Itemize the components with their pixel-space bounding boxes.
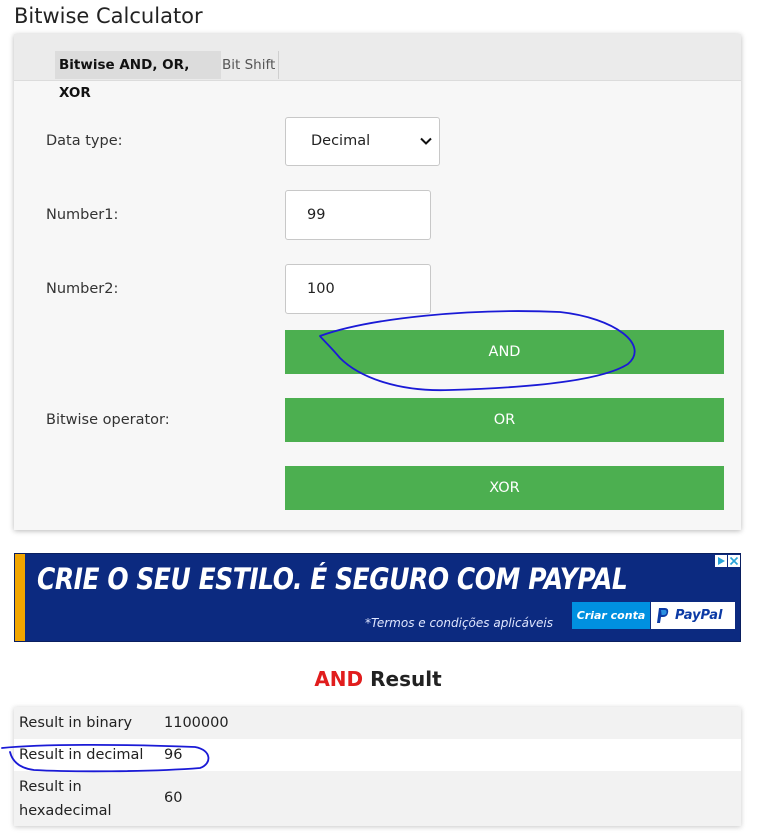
result-title: AND Result (0, 667, 756, 691)
ad-create-account-button[interactable]: Criar conta (572, 602, 650, 629)
data-type-select[interactable]: Decimal (285, 117, 440, 166)
ad-banner[interactable]: CRIE O SEU ESTILO. É SEGURO COM PAYPAL *… (14, 553, 741, 642)
ad-headline: CRIE O SEU ESTILO. É SEGURO COM PAYPAL (37, 562, 628, 596)
result-binary-value: 1100000 (164, 715, 229, 731)
page-title: Bitwise Calculator (14, 4, 203, 28)
paypal-brand-text: PayPal (675, 608, 723, 623)
data-type-selected-value: Decimal (311, 133, 371, 149)
table-row-decimal: Result in decimal 96 (14, 739, 741, 771)
number1-value: 99 (307, 207, 326, 223)
result-table: Result in binary 1100000 Result in decim… (14, 707, 741, 826)
number1-input[interactable]: 99 (285, 190, 431, 240)
paypal-logo[interactable]: PayPal (651, 602, 735, 629)
result-hexadecimal-label: Result in hexadecimal (19, 779, 112, 819)
result-hexadecimal-value: 60 (164, 790, 183, 806)
table-row-binary: Result in binary 1100000 (14, 707, 741, 739)
ad-accent-stripe (15, 554, 25, 641)
table-row-hexadecimal: Result in hexadecimal 60 (14, 771, 741, 826)
number1-label: Number1: (46, 207, 119, 223)
result-decimal-value: 96 (164, 747, 183, 763)
result-operator: AND (314, 667, 364, 691)
tab-bar: Bitwise AND, OR, XOR Bit Shift (14, 34, 741, 101)
chevron-down-icon (420, 137, 432, 145)
close-icon[interactable] (728, 555, 740, 567)
tab-bit-shift[interactable]: Bit Shift (220, 51, 279, 79)
or-button[interactable]: OR (285, 398, 724, 442)
ad-terms: *Termos e condições aplicáveis (365, 616, 554, 630)
xor-button[interactable]: XOR (285, 466, 724, 510)
result-decimal-label: Result in decimal (19, 747, 144, 763)
paypal-mark-icon (657, 608, 669, 623)
ad-choices-icon[interactable] (715, 555, 727, 567)
number2-label: Number2: (46, 281, 119, 297)
tab-bitwise-and-or-xor[interactable]: Bitwise AND, OR, XOR (55, 51, 221, 101)
result-binary-label: Result in binary (19, 715, 133, 731)
result-title-suffix: Result (370, 667, 442, 691)
bitwise-operator-label: Bitwise operator: (46, 412, 170, 428)
number2-value: 100 (307, 281, 335, 297)
data-type-label: Data type: (46, 133, 123, 149)
and-button[interactable]: AND (285, 330, 724, 374)
number2-input[interactable]: 100 (285, 264, 431, 314)
